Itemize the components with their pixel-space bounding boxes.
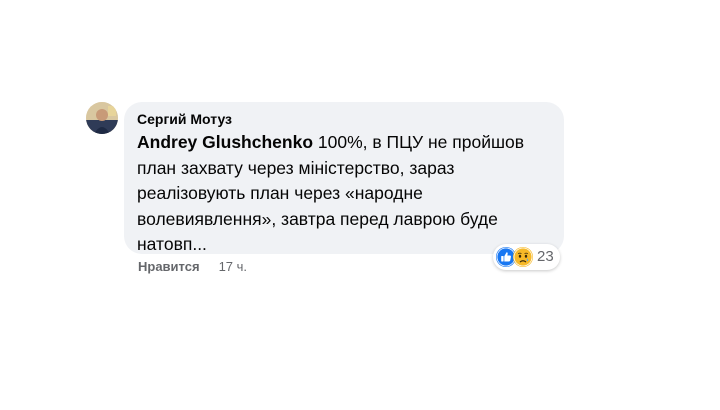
reaction-count: 23 bbox=[537, 248, 554, 265]
mention-link[interactable]: Andrey Glushchenko bbox=[137, 132, 313, 152]
timestamp-link[interactable]: 17 ч. bbox=[219, 259, 247, 274]
comment-author[interactable]: Сергий Мотуз bbox=[137, 110, 232, 128]
sad-icon bbox=[513, 247, 533, 267]
comment-bubble: Сергий Мотуз Andrey Glushchenko 100%, в … bbox=[124, 102, 564, 254]
like-button[interactable]: Нравится bbox=[138, 259, 200, 274]
comment-container: Сергий Мотуз Andrey Glushchenko 100%, в … bbox=[0, 0, 720, 410]
comment-actions: Нравится 17 ч. bbox=[138, 259, 247, 274]
avatar[interactable] bbox=[86, 102, 118, 134]
avatar-image bbox=[86, 102, 118, 134]
comment-text: Andrey Glushchenko 100%, в ПЦУ не пройшо… bbox=[137, 130, 557, 258]
reactions-summary[interactable]: 23 bbox=[493, 244, 560, 270]
